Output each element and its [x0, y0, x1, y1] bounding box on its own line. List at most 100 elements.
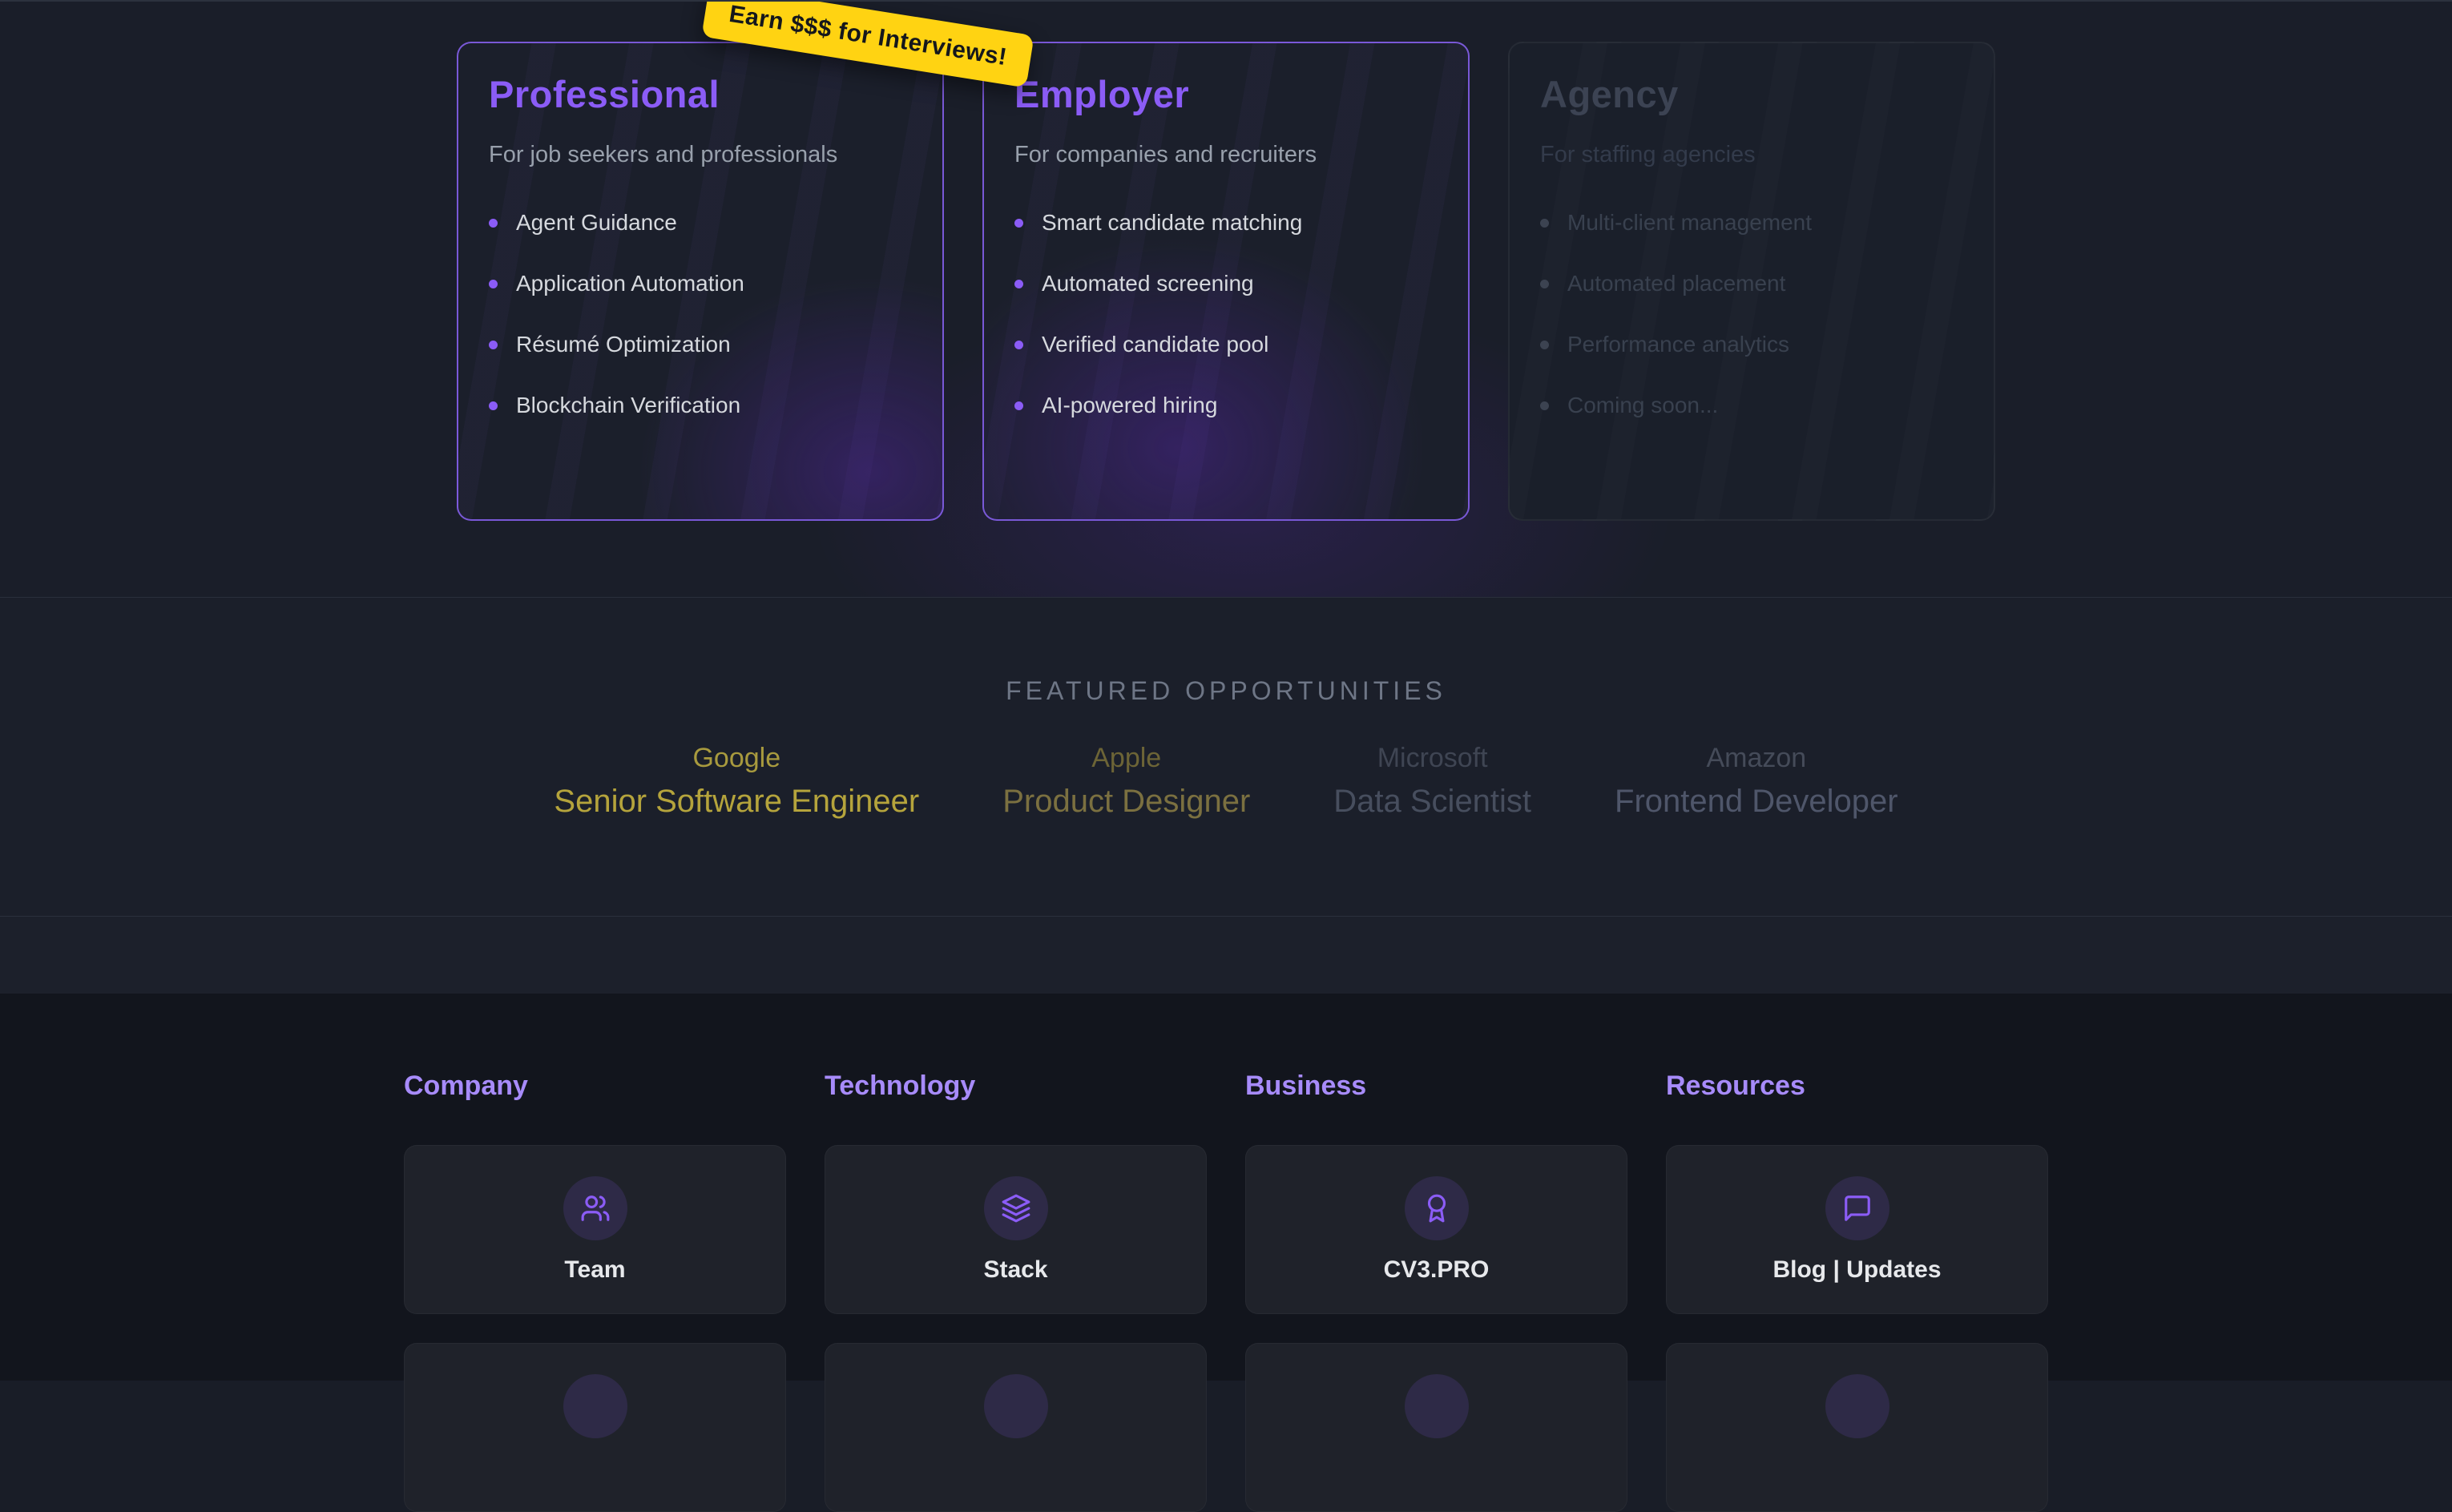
feature-list: Multi-client management Automated placem… — [1540, 210, 1963, 418]
opportunity-company: Microsoft — [1333, 743, 1531, 774]
opportunity-company: Amazon — [1615, 743, 1898, 774]
pricing-card-employer[interactable]: Employer For companies and recruiters Sm… — [982, 42, 1470, 521]
footer-card-cv3pro[interactable]: CV3.PRO — [1245, 1145, 1627, 1314]
feature-label: Multi-client management — [1567, 210, 1812, 236]
card-title: Agency — [1540, 72, 1963, 116]
icon-circle — [563, 1374, 627, 1438]
feature-item: Performance analytics — [1540, 332, 1963, 357]
feature-item: Automated screening — [1014, 271, 1438, 296]
pricing-card-professional[interactable]: Professional For job seekers and profess… — [457, 42, 944, 521]
layers-icon — [1001, 1193, 1031, 1224]
card-subtitle: For staffing agencies — [1540, 142, 1963, 168]
opportunity-role: Data Scientist — [1333, 784, 1531, 820]
bullet-dot-icon — [1540, 341, 1549, 349]
feature-item: Multi-client management — [1540, 210, 1963, 236]
featured-heading: FEATURED OPPORTUNITIES — [0, 676, 2452, 706]
opportunity-item-amazon[interactable]: Amazon Frontend Developer — [1615, 743, 1898, 820]
bullet-dot-icon — [489, 341, 498, 349]
feature-label: Résumé Optimization — [516, 332, 731, 357]
card-subtitle: For job seekers and professionals — [489, 142, 912, 168]
card-title: Professional — [489, 72, 912, 116]
opportunity-role: Product Designer — [1002, 784, 1250, 820]
pricing-card-agency[interactable]: Agency For staffing agencies Multi-clien… — [1508, 42, 1995, 521]
opportunity-item-google[interactable]: Google Senior Software Engineer — [554, 743, 919, 820]
feature-label: Coming soon... — [1567, 393, 1718, 418]
featured-opportunities-section: FEATURED OPPORTUNITIES Google Senior Sof… — [0, 598, 2452, 917]
footer-card-label: Stack — [983, 1256, 1047, 1284]
section-spacer — [0, 917, 2452, 994]
message-square-icon — [1842, 1193, 1873, 1224]
feature-label: Agent Guidance — [516, 210, 677, 236]
feature-label: Blockchain Verification — [516, 393, 740, 418]
pricing-section: Earn $$$ for Interviews! Professional Fo… — [0, 0, 2452, 598]
feature-item: Automated placement — [1540, 271, 1963, 296]
feature-item: Coming soon... — [1540, 393, 1963, 418]
icon-circle — [984, 1176, 1048, 1240]
feature-item: Verified candidate pool — [1014, 332, 1438, 357]
icon-circle — [563, 1176, 627, 1240]
bullet-dot-icon — [489, 219, 498, 228]
footer-column-business: Business CV3.PRO — [1245, 1070, 1627, 1512]
footer-heading: Resources — [1666, 1070, 2048, 1102]
bullet-dot-icon — [1014, 280, 1023, 288]
feature-item: Agent Guidance — [489, 210, 912, 236]
footer-card-blog[interactable]: Blog | Updates — [1666, 1145, 2048, 1314]
feature-label: Automated screening — [1042, 271, 1254, 296]
feature-item: Résumé Optimization — [489, 332, 912, 357]
card-subtitle: For companies and recruiters — [1014, 142, 1438, 168]
feature-item: Blockchain Verification — [489, 393, 912, 418]
footer-card-label: Blog | Updates — [1772, 1256, 1941, 1284]
footer-heading: Technology — [825, 1070, 1207, 1102]
footer-heading: Business — [1245, 1070, 1627, 1102]
bullet-dot-icon — [1014, 401, 1023, 410]
footer-card-partial[interactable] — [404, 1343, 786, 1512]
award-icon — [1422, 1193, 1452, 1224]
footer-card-stack[interactable]: Stack — [825, 1145, 1207, 1314]
bullet-dot-icon — [1540, 280, 1549, 288]
opportunity-company: Apple — [1002, 743, 1250, 774]
feature-list: Smart candidate matching Automated scree… — [1014, 210, 1438, 418]
opportunities-carousel: Google Senior Software Engineer Apple Pr… — [0, 743, 2452, 820]
bullet-dot-icon — [1540, 401, 1549, 410]
bullet-dot-icon — [1014, 219, 1023, 228]
footer-column-technology: Technology Stack — [825, 1070, 1207, 1512]
footer-heading: Company — [404, 1070, 786, 1102]
footer-card-label: CV3.PRO — [1384, 1256, 1490, 1284]
icon-circle — [1405, 1374, 1469, 1438]
card-title: Employer — [1014, 72, 1438, 116]
page-footer: Company Team Technology Stack — [0, 994, 2452, 1381]
pricing-cards-row: Professional For job seekers and profess… — [0, 42, 2452, 521]
feature-label: Verified candidate pool — [1042, 332, 1268, 357]
bullet-dot-icon — [1540, 219, 1549, 228]
feature-label: Automated placement — [1567, 271, 1785, 296]
users-icon — [580, 1193, 611, 1224]
feature-item: AI-powered hiring — [1014, 393, 1438, 418]
icon-circle — [1825, 1176, 1889, 1240]
feature-item: Application Automation — [489, 271, 912, 296]
footer-card-partial[interactable] — [1245, 1343, 1627, 1512]
opportunity-item-microsoft[interactable]: Microsoft Data Scientist — [1333, 743, 1531, 820]
feature-label: Application Automation — [516, 271, 744, 296]
footer-card-team[interactable]: Team — [404, 1145, 786, 1314]
feature-label: AI-powered hiring — [1042, 393, 1217, 418]
footer-column-company: Company Team — [404, 1070, 786, 1512]
footer-card-label: Team — [564, 1256, 625, 1284]
opportunity-role: Senior Software Engineer — [554, 784, 919, 820]
bullet-dot-icon — [489, 280, 498, 288]
opportunity-item-apple[interactable]: Apple Product Designer — [1002, 743, 1250, 820]
feature-item: Smart candidate matching — [1014, 210, 1438, 236]
icon-circle — [1825, 1374, 1889, 1438]
icon-circle — [984, 1374, 1048, 1438]
bullet-dot-icon — [1014, 341, 1023, 349]
bullet-dot-icon — [489, 401, 498, 410]
feature-list: Agent Guidance Application Automation Ré… — [489, 210, 912, 418]
icon-circle — [1405, 1176, 1469, 1240]
feature-label: Smart candidate matching — [1042, 210, 1302, 236]
footer-grid: Company Team Technology Stack — [404, 1070, 2048, 1512]
footer-card-partial[interactable] — [1666, 1343, 2048, 1512]
opportunity-company: Google — [554, 743, 919, 774]
opportunity-role: Frontend Developer — [1615, 784, 1898, 820]
footer-card-partial[interactable] — [825, 1343, 1207, 1512]
feature-label: Performance analytics — [1567, 332, 1789, 357]
footer-column-resources: Resources Blog | Updates — [1666, 1070, 2048, 1512]
